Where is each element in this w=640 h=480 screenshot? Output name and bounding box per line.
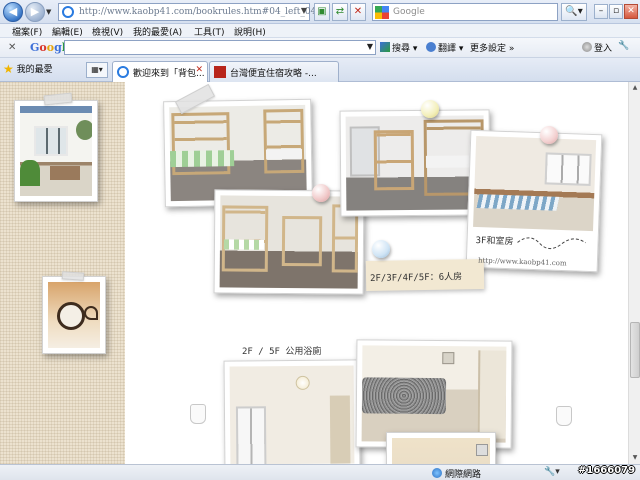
maximize-button[interactable]: ▫ [609,4,623,19]
pushpin-blue [372,240,390,258]
decorative-cup-icon [556,406,572,426]
search-placeholder: Google [393,7,425,17]
quick-tabs-button[interactable]: ▦▾ [86,62,108,78]
minimize-button[interactable]: – [594,4,608,19]
google-toolbar-dropdown-icon[interactable]: ▼ [367,42,373,51]
more-settings-label: 更多設定 [470,44,507,54]
navigation-bar: ◀ ▶ ▼ http://www.kaobp41.com/bookrules.h… [0,0,640,24]
google-toolbar-search-input[interactable]: ▼ [64,40,376,55]
menu-favorites[interactable]: 我的最愛(A) [133,25,182,38]
address-url[interactable]: http://www.kaobp41.com/bookrules.htm#04_… [79,7,316,17]
pushpin-pink [312,184,330,202]
protected-mode-icon[interactable]: 🔧▾ [544,467,560,477]
favorites-label: 我的最愛 [16,65,53,75]
tape-strip [61,271,85,281]
security-zone-label: 網際網路 [445,470,482,480]
security-zone[interactable]: 網際網路 [432,467,481,480]
photo-house-exterior[interactable] [14,100,98,202]
favorites-button[interactable]: ★ 我的最愛 [3,62,53,76]
address-dropdown-icon[interactable]: ▼ [301,6,307,15]
pushpin-yellow [421,100,439,118]
scrollbar-thumb[interactable] [630,322,640,378]
signin-icon [582,42,592,52]
menu-edit[interactable]: 編輯(E) [52,25,83,38]
translate-label: 翻譯 [438,44,457,54]
photo-japanese-room-3f[interactable]: 3F和室房 [465,129,603,273]
page-content: 3F和室房 2F/3F/4F/5F：6人房 http://www.kaobp41… [0,82,628,464]
globe-icon [432,468,442,478]
forward-button[interactable]: ▶ [25,2,45,22]
menu-bar: 檔案(F) 編輯(E) 檢視(V) 我的最愛(A) 工具(T) 說明(H) [0,24,640,38]
photo-bathroom-lamp[interactable] [223,359,361,464]
menu-tools[interactable]: 工具(T) [194,25,225,38]
decorative-cup-icon [190,404,206,424]
scroll-down-icon[interactable]: ▼ [630,453,640,463]
translate-icon [426,42,436,52]
photo-bathroom-3[interactable] [386,432,496,464]
search-input[interactable]: Google [372,3,558,21]
caption-bathroom: 2F / 5F 公用浴廁 [242,347,322,357]
history-dropdown-icon[interactable]: ▼ [46,8,51,16]
scroll-up-icon[interactable]: ▲ [630,83,640,93]
tab-hostel-guide[interactable]: 台灣便宜住宿攻略 -... [209,61,339,82]
google-search-button[interactable]: 搜尋 ▾ [380,41,417,54]
caption-room-capacity: 2F/3F/4F/5F：6人房 [369,272,463,284]
google-toolbar: ✕ Google ▼ 搜尋 ▾ 翻譯 ▾ 更多設定 » 登入 🔧 [0,38,640,58]
menu-help[interactable]: 說明(H) [234,25,266,38]
compatibility-view-icon[interactable]: ▣ [314,3,330,21]
close-button[interactable]: ✕ [624,4,638,19]
menu-file[interactable]: 檔案(F) [12,25,42,38]
back-button[interactable]: ◀ [3,2,23,22]
status-bar: 網際網路 🔧▾ [0,464,640,480]
refresh-icon[interactable]: ⇄ [332,3,348,21]
tab-label: 歡迎來到「背包... [133,69,205,79]
ie-page-icon [117,66,129,78]
tab-close-icon[interactable]: ✕ [195,65,203,75]
watermark: #1666079 [578,465,636,476]
wrench-icon[interactable]: 🔧 [618,41,629,51]
google-search-provider-icon [375,6,389,19]
close-toolbar-icon[interactable]: ✕ [8,42,16,53]
tab-label: 台灣便宜住宿攻略 -... [230,69,317,79]
stop-icon[interactable]: ✕ [350,3,366,21]
note-room-capacity: 2F/3F/4F/5F：6人房 [365,258,485,292]
caption-3f-japanese-room: 3F和室房 [475,235,514,248]
menu-view[interactable]: 檢視(V) [92,25,123,38]
star-icon: ★ [3,62,14,76]
search-button[interactable]: 🔍▾ [561,3,587,21]
pushpin-pink [540,126,558,144]
tab-bar: ★ 我的最愛 ▦▾ 歡迎來到「背包... ✕ 台灣便宜住宿攻略 -... [0,58,640,82]
tab-kaobp41[interactable]: 歡迎來到「背包... ✕ [112,61,208,82]
search-icon [380,42,390,52]
photo-wall-clock[interactable] [42,276,106,354]
signin-button[interactable]: 登入 [582,41,612,54]
signin-label: 登入 [594,44,613,54]
site-favicon [214,66,226,78]
address-bar[interactable]: http://www.kaobp41.com/bookrules.htm#04_… [58,3,316,21]
ie-page-icon [62,6,74,18]
google-search-label: 搜尋 [392,44,411,54]
translate-button[interactable]: 翻譯 ▾ [426,41,463,54]
vertical-scrollbar[interactable]: ▲ ▼ [628,82,640,464]
decorative-swirl [517,237,586,250]
more-settings-button[interactable]: 更多設定 » [470,41,514,54]
